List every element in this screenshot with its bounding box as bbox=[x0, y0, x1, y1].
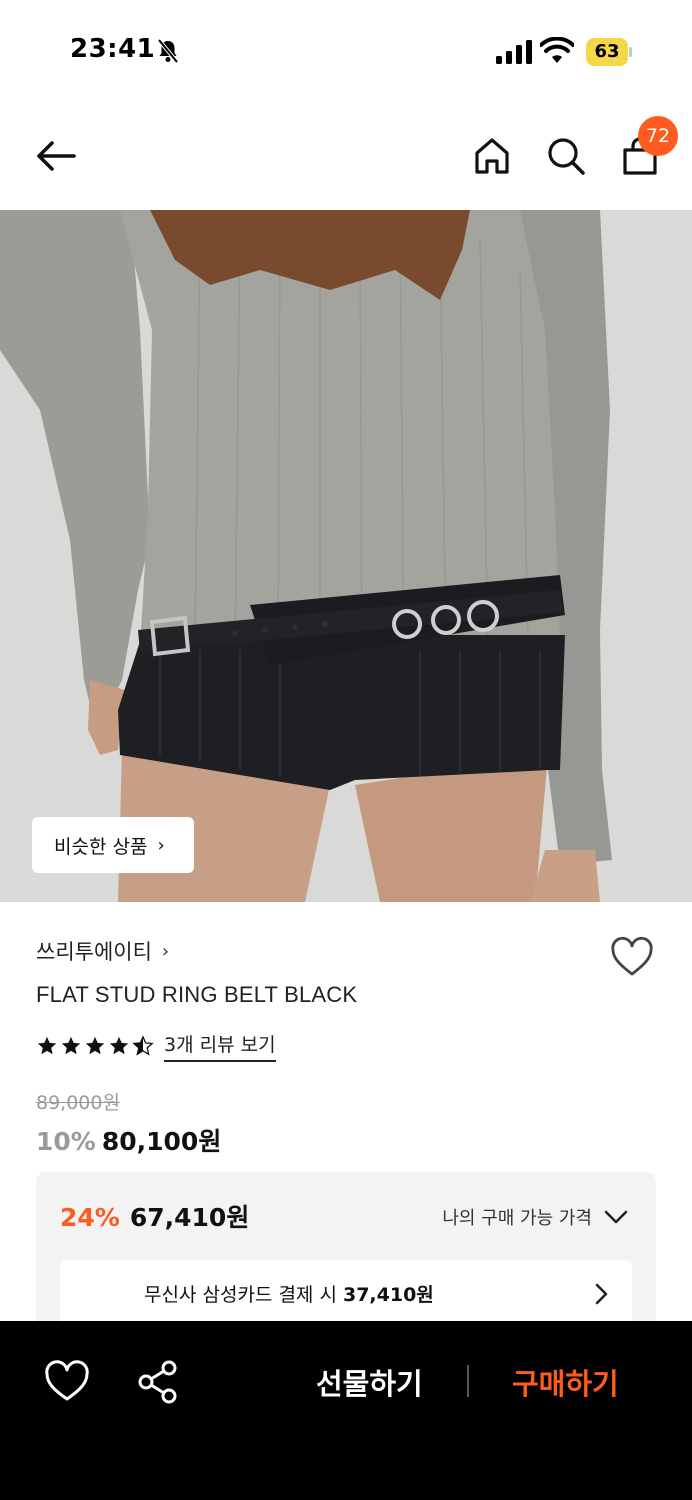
reviews-link[interactable]: 3개 리뷰 보기 bbox=[164, 1030, 276, 1062]
product-photo-illustration bbox=[0, 210, 692, 902]
cart-count-badge: 72 bbox=[638, 116, 678, 156]
product-image[interactable] bbox=[0, 210, 692, 902]
home-icon bbox=[475, 138, 509, 174]
card-offer-price: 37,410원 bbox=[342, 1284, 434, 1306]
chevron-down-icon bbox=[604, 1210, 628, 1224]
status-bar: 23:41 63 bbox=[0, 0, 692, 100]
back-button[interactable] bbox=[32, 132, 80, 180]
battery-level: 63 bbox=[594, 41, 620, 62]
heart-icon[interactable] bbox=[44, 1359, 90, 1405]
card-offer-prefix: 무신사 삼성카드 결제 시 bbox=[144, 1284, 337, 1306]
rating-row: 3개 리뷰 보기 bbox=[36, 1030, 276, 1062]
bell-slash-icon bbox=[157, 38, 179, 64]
wifi-icon bbox=[540, 37, 574, 63]
star-icon bbox=[85, 1036, 105, 1055]
card-offer-row[interactable]: 무신사 삼성카드 결제 시 37,410원 bbox=[60, 1260, 632, 1328]
search-icon bbox=[548, 138, 585, 175]
my-price-toggle[interactable]: 나의 구매 가능 가격 bbox=[442, 1204, 628, 1230]
home-button[interactable] bbox=[468, 132, 516, 180]
half-star-icon bbox=[132, 1035, 154, 1056]
similar-products-label: 비슷한 상품 bbox=[54, 835, 148, 858]
chevron-right-icon: › bbox=[161, 940, 170, 962]
sale-price: 80,100원 bbox=[101, 1127, 222, 1156]
rating-stars bbox=[36, 1035, 154, 1057]
card-offer-text: 무신사 삼성카드 결제 시 37,410원 bbox=[144, 1280, 434, 1307]
gift-button[interactable]: 선물하기 bbox=[316, 1361, 423, 1403]
original-price: 89,000원 bbox=[36, 1092, 120, 1114]
share-icon[interactable] bbox=[136, 1359, 180, 1405]
star-icon bbox=[37, 1036, 57, 1055]
best-price-row: 24% 67,410원 bbox=[60, 1198, 249, 1234]
similar-products-button[interactable]: 비슷한 상품 › bbox=[32, 817, 194, 873]
divider bbox=[467, 1365, 469, 1397]
star-icon bbox=[61, 1036, 81, 1055]
product-name: FLAT STUD RING BELT BLACK bbox=[36, 982, 358, 1007]
best-discount-rate: 24% bbox=[60, 1203, 120, 1232]
battery-icon: 63 bbox=[586, 38, 632, 66]
search-button[interactable] bbox=[542, 132, 590, 180]
status-time: 23:41 bbox=[70, 34, 156, 64]
price-row: 10% 80,100원 bbox=[36, 1122, 221, 1158]
brand-link[interactable]: 쓰리투에이티 › bbox=[36, 936, 169, 966]
best-price: 67,410원 bbox=[129, 1203, 250, 1232]
signal-icon bbox=[496, 40, 532, 64]
star-icon bbox=[109, 1036, 129, 1055]
back-arrow-icon bbox=[37, 141, 76, 171]
buy-button[interactable]: 구매하기 bbox=[512, 1361, 619, 1403]
wishlist-heart-icon[interactable] bbox=[610, 936, 654, 980]
brand-name: 쓰리투에이티 bbox=[36, 940, 152, 964]
chevron-right-icon bbox=[595, 1283, 608, 1305]
my-price-label: 나의 구매 가능 가격 bbox=[442, 1208, 592, 1229]
discount-rate: 10% bbox=[36, 1127, 96, 1156]
chevron-right-icon: › bbox=[157, 834, 165, 856]
bottom-action-bar: 선물하기 구매하기 bbox=[0, 1321, 692, 1500]
top-navigation bbox=[0, 100, 692, 210]
